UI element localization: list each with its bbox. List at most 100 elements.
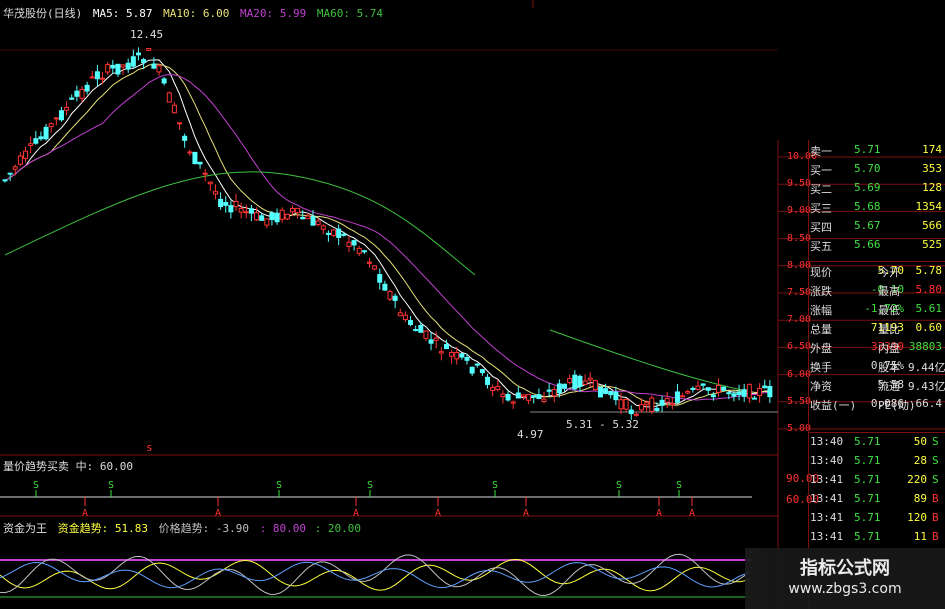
order-price: 5.66 [854, 238, 881, 251]
candle [218, 192, 224, 210]
order-book-row: 买二 5.69 128 [778, 178, 945, 197]
candle [402, 311, 408, 322]
candle [336, 224, 342, 246]
candle [690, 386, 696, 393]
candle [669, 397, 675, 410]
candle [531, 395, 537, 404]
chart-header: 华茂股份(日线) MA5: 5.87 MA10: 6.00 MA20: 5.99… [3, 5, 383, 21]
quote-value: 5.61 [915, 302, 943, 315]
candle [397, 308, 403, 317]
tick-price: 5.71 [854, 530, 881, 543]
stock-title: 华茂股份(日线) [3, 7, 83, 20]
candle [505, 391, 511, 402]
candle [592, 380, 598, 392]
svg-text:A: A [435, 508, 441, 519]
candle [94, 64, 100, 87]
candle [135, 47, 141, 61]
sell-signal: A [656, 497, 662, 519]
candle [582, 374, 588, 386]
candle [192, 151, 198, 165]
tick-time: 13:41 [810, 511, 844, 524]
tick-price: 5.71 [854, 454, 881, 467]
quote-label: 净资 [810, 380, 832, 393]
candle [274, 208, 280, 225]
candle [500, 390, 506, 404]
quote-label: 量比 [878, 323, 900, 336]
quote-value: 0.60 [915, 321, 943, 334]
quote-label: 外盘 [810, 342, 832, 355]
candle [551, 386, 557, 403]
ma10-line [4, 63, 771, 406]
candle [674, 384, 680, 404]
tick-side: S [932, 454, 939, 467]
quote-row: 净资 5.58 流通 9.43亿 [778, 375, 945, 394]
candle [746, 383, 752, 404]
candle [751, 395, 757, 400]
candle [23, 146, 29, 163]
buy-signal: S [676, 480, 682, 497]
tick-price: 5.71 [854, 435, 881, 448]
buy-signal: S [33, 480, 39, 497]
price-trend-value: 价格趋势: -3.90 [158, 522, 249, 535]
svg-text:S: S [492, 480, 498, 491]
watermark-name: 指标公式网 [800, 558, 890, 579]
quote-label: 内盘 [878, 342, 900, 355]
order-book-row: 买五 5.66 525 [778, 235, 945, 254]
candle [459, 352, 465, 360]
buy-signal: S [492, 480, 498, 497]
candle [721, 386, 727, 392]
quote-value: 9.43亿 [908, 380, 945, 393]
quote-label: 涨幅 [810, 304, 832, 317]
candle [510, 400, 516, 410]
candle [597, 386, 603, 398]
order-price: 5.68 [854, 200, 881, 213]
candle [228, 200, 234, 219]
candle [325, 230, 331, 242]
order-price: 5.71 [854, 143, 881, 156]
candle [736, 384, 742, 401]
candle [100, 72, 106, 85]
candle [382, 280, 388, 291]
candle [767, 380, 773, 404]
candle [541, 391, 547, 404]
order-book-row: 买四 5.67 566 [778, 216, 945, 235]
candle [567, 374, 573, 385]
candle [233, 193, 239, 212]
watermark-url: www.zbgs3.com [788, 581, 902, 597]
candle [474, 362, 480, 368]
volume-trend-indicator: S S S S S S S A A A A A A A [0, 480, 752, 519]
candle [79, 85, 85, 103]
candle [633, 412, 639, 417]
candle [28, 136, 34, 154]
candle [182, 133, 188, 148]
order-volume: 566 [922, 219, 942, 232]
candle [418, 321, 424, 333]
order-label: 买二 [810, 183, 832, 196]
candle [366, 257, 372, 268]
candle [536, 388, 542, 400]
candle [695, 380, 701, 391]
ma20-value: MA20: 5.99 [239, 7, 307, 20]
order-volume: 1354 [915, 200, 943, 213]
candle [187, 149, 193, 156]
candle [38, 131, 44, 141]
quote-value: 38803 [908, 340, 942, 353]
watermark: 指标公式网 www.zbgs3.com [745, 548, 945, 609]
candle [53, 117, 59, 126]
tick-time: 13:41 [810, 530, 844, 543]
candle [331, 229, 337, 238]
svg-text:A: A [353, 508, 359, 519]
candle [413, 325, 419, 332]
candle [577, 374, 583, 393]
candle [490, 384, 496, 397]
panel-divider [808, 432, 945, 433]
candle [69, 94, 75, 100]
candle [166, 91, 172, 103]
ma10-value: MA10: 6.00 [163, 7, 230, 20]
candle [146, 47, 152, 51]
candle [110, 59, 116, 74]
quote-row: 换手 0.75% 股本 9.44亿 [778, 356, 945, 375]
tick-time: 13:40 [810, 454, 844, 467]
level-80-value: : 80.00 [259, 522, 306, 535]
quote-label: 换手 [810, 361, 832, 374]
